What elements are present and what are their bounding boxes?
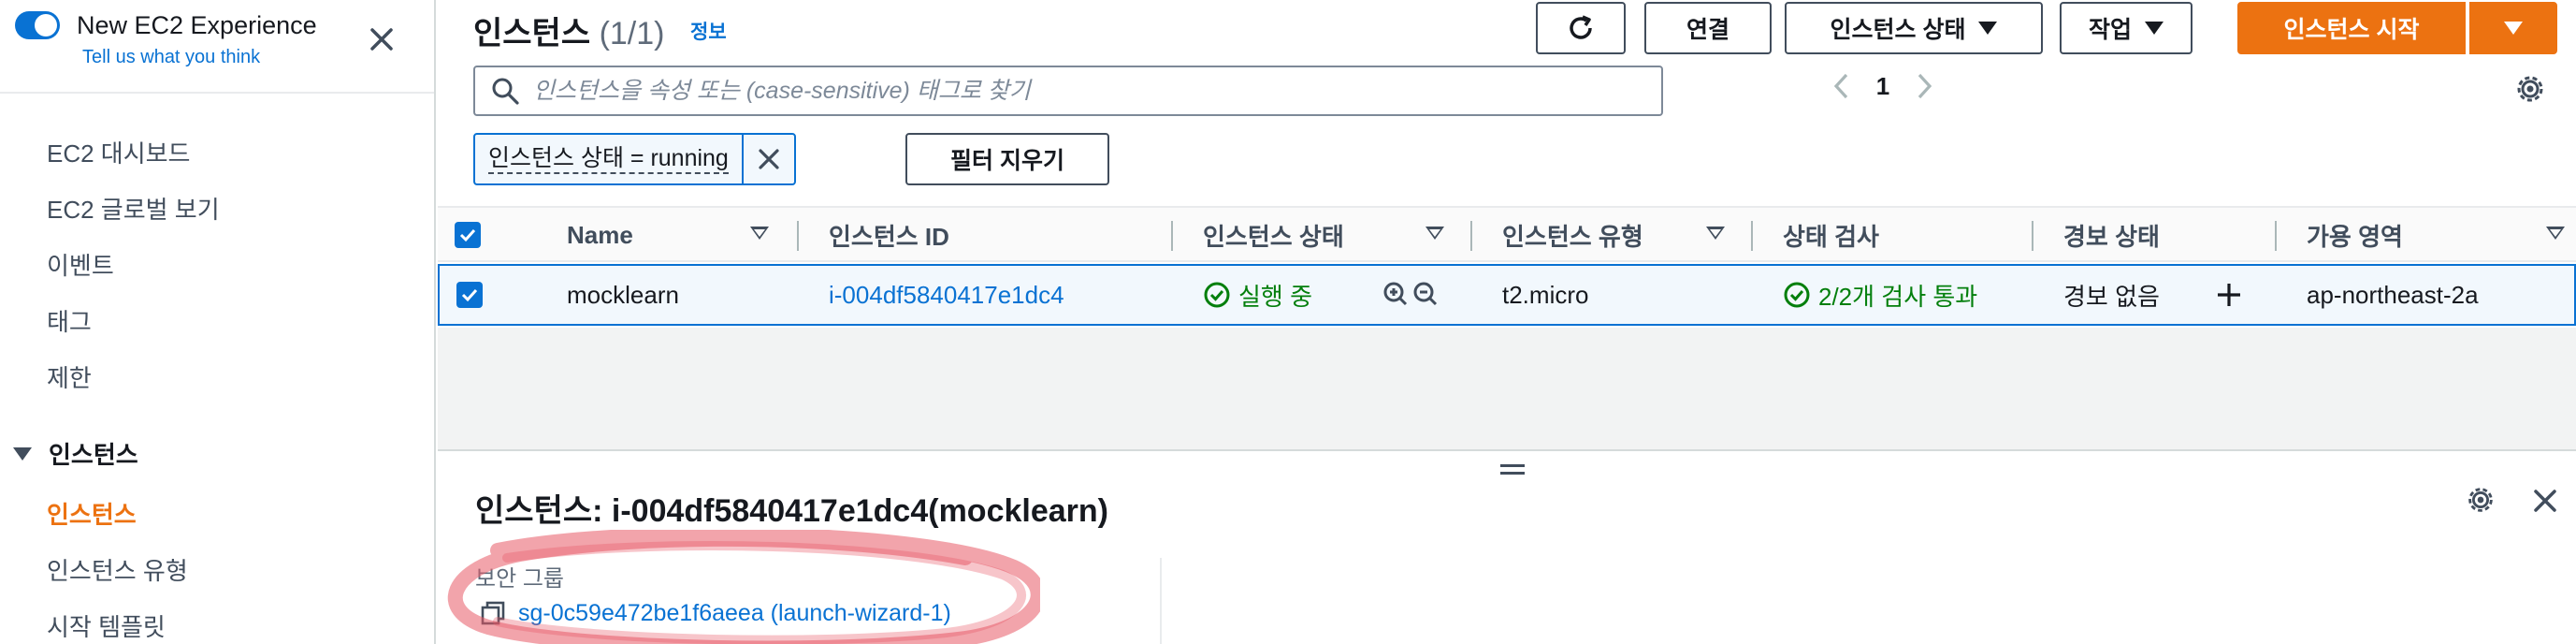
page-number[interactable]: 1 (1856, 72, 1910, 101)
divider (0, 92, 434, 94)
sidebar-item-instances[interactable]: 인스턴스 (47, 496, 137, 531)
status-check-text: 2/2개 검사 통과 (1818, 282, 1978, 311)
instance-count: (1/1) (599, 16, 665, 51)
info-link[interactable]: 정보 (690, 17, 727, 45)
copy-icon[interactable] (479, 599, 507, 627)
table-header: Name 인스턴스 ID 인스턴스 상태 인스턴스 유형 상태 검사 경보 상태… (438, 206, 2576, 262)
sidebar-item-tags[interactable]: 태그 (47, 303, 92, 338)
ec2-console: New EC2 Experience Tell us what you thin… (0, 0, 2576, 644)
column-separator[interactable] (2275, 221, 2277, 251)
sidebar-item-events[interactable]: 이벤트 (47, 247, 114, 282)
column-separator[interactable] (2032, 221, 2033, 251)
select-all-checkbox[interactable] (455, 222, 481, 248)
connect-button[interactable]: 연결 (1644, 2, 1772, 54)
new-experience-toggle[interactable] (15, 11, 60, 39)
launch-instances-button[interactable]: 인스턴스 시작 (2237, 2, 2466, 54)
instance-state-label: 인스턴스 상태 (1830, 17, 1966, 43)
actions-dropdown[interactable]: 작업 (2060, 2, 2192, 54)
section-label: 인스턴스 (49, 441, 138, 469)
sidebar: New EC2 Experience Tell us what you thin… (0, 0, 436, 644)
close-icon (759, 149, 779, 169)
security-group-value: sg-0c59e472be1f6aeea (launch-wizard-1) (518, 599, 951, 626)
cell-instance-state: 실행 중 (1203, 266, 1312, 324)
feedback-link[interactable]: Tell us what you think (82, 47, 260, 68)
gear-icon[interactable] (2464, 483, 2497, 517)
sidebar-item-launch-templates[interactable]: 시작 템플릿 (47, 608, 166, 643)
remove-filter-button[interactable] (741, 135, 794, 183)
cell-instance-type: t2.micro (1502, 280, 1589, 309)
instance-state-dropdown[interactable]: 인스턴스 상태 (1785, 2, 2043, 54)
toggle-knob (35, 14, 57, 37)
chevron-right-icon[interactable] (1910, 69, 1938, 103)
search-box[interactable] (473, 66, 1663, 116)
state-text: 실행 중 (1238, 282, 1312, 311)
column-header-instance-state[interactable]: 인스턴스 상태 (1203, 208, 1344, 262)
instance-id-link[interactable]: i-004df5840417e1dc4 (829, 266, 1064, 324)
cell-status-check: 2/2개 검사 통과 (1783, 266, 1977, 324)
close-icon[interactable] (2529, 485, 2561, 517)
sort-icon[interactable] (2546, 227, 2565, 240)
cell-name: mocklearn (567, 280, 679, 309)
sort-icon[interactable] (1706, 227, 1725, 240)
resize-handle-icon[interactable] (1500, 464, 1525, 477)
column-header-availability-zone[interactable]: 가용 영역 (2307, 208, 2403, 262)
pagination: 1 (1828, 69, 1938, 103)
column-separator[interactable] (1751, 221, 1753, 251)
filter-chip-label[interactable]: 인스턴스 상태 = running (475, 135, 742, 183)
table-row[interactable]: mocklearn i-004df5840417e1dc4 실행 중 t2.mi… (438, 264, 2576, 326)
column-header-alarm-status[interactable]: 경보 상태 (2063, 208, 2160, 262)
column-header-status-check[interactable]: 상태 검사 (1783, 208, 1879, 262)
plus-icon[interactable] (2215, 281, 2243, 309)
row-checkbox[interactable] (456, 282, 483, 308)
clear-filters-button[interactable]: 필터 지우기 (905, 133, 1109, 185)
search-icon (492, 78, 519, 105)
sort-icon[interactable] (1425, 227, 1444, 240)
column-header-name[interactable]: Name (567, 208, 633, 262)
column-header-instance-type[interactable]: 인스턴스 유형 (1502, 208, 1643, 262)
sort-icon[interactable] (750, 227, 769, 240)
actions-label: 작업 (2088, 17, 2132, 43)
page-title: 인스턴스 (1/1) (473, 7, 665, 53)
security-group-link[interactable]: sg-0c59e472be1f6aeea (launch-wizard-1) (479, 599, 951, 627)
experience-title: New EC2 Experience (77, 11, 317, 39)
sidebar-item-dashboard[interactable]: EC2 대시보드 (47, 135, 190, 169)
column-header-instance-id[interactable]: 인스턴스 ID (829, 208, 949, 262)
caret-down-icon (2145, 22, 2164, 35)
sidebar-section-instances[interactable]: 인스턴스 (13, 436, 138, 471)
caret-down-icon (2504, 22, 2523, 35)
filter-text: 인스턴스 상태 = running (488, 144, 729, 174)
refresh-button[interactable] (1536, 2, 1626, 54)
launch-dropdown-button[interactable] (2469, 2, 2557, 54)
divider (1160, 558, 1162, 644)
refresh-icon (1570, 15, 1592, 39)
gear-icon[interactable] (2512, 71, 2548, 107)
table-empty-area (438, 328, 2576, 449)
column-separator[interactable] (1171, 221, 1173, 251)
split-divider (438, 449, 2576, 451)
check-icon (459, 228, 476, 242)
detail-title: 인스턴스: i-004df5840417e1dc4(mocklearn) (475, 493, 1108, 529)
chevron-left-icon[interactable] (1828, 69, 1856, 103)
search-input[interactable] (520, 77, 1661, 105)
security-group-label: 보안 그룹 (475, 566, 564, 592)
zoom-in-icon[interactable] (1382, 281, 1409, 309)
caret-down-icon (1978, 22, 1998, 35)
check-circle-icon (1784, 282, 1810, 308)
zoom-out-icon[interactable] (1412, 281, 1439, 309)
main-content: 인스턴스 (1/1) 정보 연결 인스턴스 상태 작업 인스턴스 시작 인스턴스… (438, 0, 2576, 644)
filter-chip: 인스턴스 상태 = running (473, 133, 796, 185)
sidebar-item-instance-types[interactable]: 인스턴스 유형 (47, 552, 188, 587)
close-icon[interactable] (363, 21, 400, 58)
cell-availability-zone: ap-northeast-2a (2307, 280, 2479, 309)
column-separator[interactable] (1470, 221, 1472, 251)
title-text: 인스턴스 (473, 16, 591, 51)
column-separator[interactable] (797, 221, 799, 251)
cell-alarm-status: 경보 없음 (2063, 282, 2160, 311)
check-icon (461, 288, 478, 302)
sidebar-item-global-view[interactable]: EC2 글로벌 보기 (47, 191, 220, 226)
check-circle-icon (1204, 282, 1230, 308)
sidebar-item-limits[interactable]: 제한 (47, 359, 92, 394)
caret-down-icon (13, 446, 32, 461)
